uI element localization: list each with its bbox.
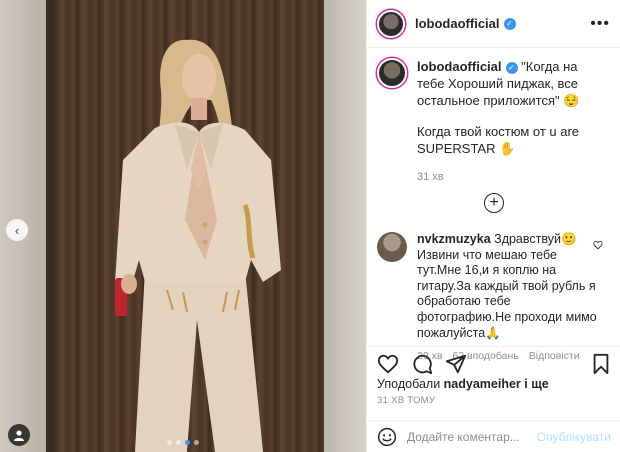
likes-user-link[interactable]: nadyameiher — [444, 377, 521, 391]
verified-icon: ✓ — [503, 17, 516, 30]
caption-username[interactable]: lobodaofficial — [417, 59, 502, 74]
door-frame — [46, 0, 54, 452]
carousel-dot — [176, 440, 181, 445]
carousel-dot — [194, 440, 199, 445]
plus-icon: + — [489, 194, 499, 211]
emoji-icon — [377, 427, 397, 446]
avatar[interactable] — [377, 9, 405, 38]
comment-text: Здравствуй🙂 Извини что мешаю тебе тут.Мн… — [417, 232, 597, 340]
comment-username[interactable]: nvkzmuzyka — [417, 232, 491, 246]
comment-button[interactable] — [411, 353, 433, 376]
post-header: lobodaofficial ✓ ••• — [367, 0, 620, 48]
likes-others-link[interactable]: і ще — [524, 377, 548, 391]
caption-time[interactable]: 31 хв — [417, 169, 607, 186]
comment-item: nvkzmuzyka Здравствуй🙂 Извини что мешаю … — [367, 232, 620, 365]
header-username[interactable]: lobodaofficial — [415, 16, 500, 31]
like-button[interactable] — [377, 353, 399, 376]
more-icon[interactable]: ••• — [590, 15, 610, 33]
likes-summary: Уподобали nadyameiher і ще — [377, 377, 549, 391]
publish-button[interactable]: Опублікувати — [537, 430, 611, 444]
comment-like-icon[interactable] — [593, 240, 603, 250]
comment-avatar[interactable] — [377, 232, 407, 262]
heart-icon — [377, 354, 399, 374]
comment-icon — [413, 354, 433, 375]
emoji-button[interactable] — [377, 427, 397, 447]
carousel-indicator — [0, 440, 366, 445]
chevron-left-icon: ‹ — [14, 222, 20, 238]
wall-right — [324, 0, 366, 452]
likes-prefix: Уподобали — [377, 377, 441, 391]
post-timestamp[interactable]: 31 ХВ ТОМУ — [377, 395, 435, 406]
post-side-panel: lobodaofficial ✓ ••• lobodaofficial ✓ "Ко… — [366, 0, 620, 452]
save-button[interactable] — [591, 353, 611, 376]
bookmark-icon — [593, 353, 609, 375]
load-more-comments-button[interactable]: + — [484, 193, 504, 213]
comment-input[interactable] — [407, 429, 535, 444]
prev-slide-button[interactable]: ‹ — [6, 219, 28, 241]
carousel-dot — [167, 440, 172, 445]
share-icon — [445, 354, 467, 374]
photo-subject — [95, 20, 305, 452]
post-media[interactable]: ‹ — [0, 0, 366, 452]
verified-icon: ✓ — [505, 61, 518, 74]
comment-composer: Опублікувати — [367, 420, 620, 452]
post-caption: lobodaofficial ✓ "Когда на тебе Хороший п… — [367, 58, 620, 186]
share-button[interactable] — [445, 353, 467, 376]
post-action-bar — [367, 346, 620, 376]
caption-text-2: Когда твой костюм от u are SUPERSTAR ✋ — [417, 124, 580, 156]
carousel-dot — [185, 440, 190, 445]
caption-avatar[interactable] — [377, 58, 407, 88]
